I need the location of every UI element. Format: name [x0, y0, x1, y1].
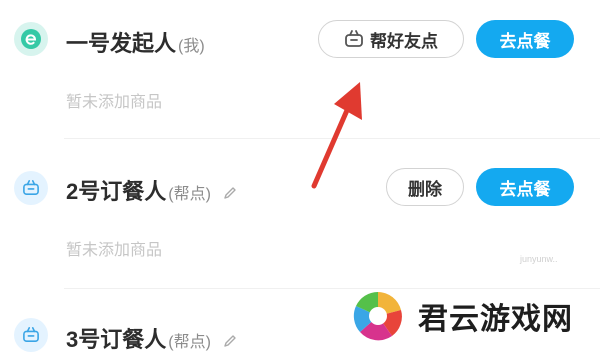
watermark-logo-icon: [353, 291, 402, 341]
basket-icon: [23, 327, 39, 343]
participant-tag: (帮点): [168, 186, 211, 203]
watermark-text: 君云游戏网: [418, 302, 573, 337]
watermark: 君云游戏网: [352, 285, 600, 347]
help-friend-order-label: 帮好友点: [370, 31, 438, 51]
empty-items-text: 暂未添加商品: [66, 94, 163, 111]
edit-icon[interactable]: [223, 186, 237, 200]
participant-name-text: 一号发起人: [66, 31, 177, 56]
participant-name: 2号订餐人 (帮点): [66, 174, 237, 206]
go-order-label: 去点餐: [499, 31, 551, 51]
help-friend-order-button[interactable]: 帮好友点: [318, 20, 464, 58]
avatar: [14, 171, 48, 205]
delete-label: 删除: [408, 179, 442, 199]
e-logo-icon: [21, 29, 41, 49]
participant-tag: (帮点): [168, 334, 211, 351]
empty-items-text: 暂未添加商品: [66, 242, 163, 259]
go-order-button[interactable]: 去点餐: [476, 20, 574, 58]
basket-icon: [345, 30, 363, 47]
participant-name: 一号发起人 (我): [66, 26, 205, 58]
go-order-button[interactable]: 去点餐: [476, 168, 574, 206]
annotation-arrow-icon: [311, 82, 362, 189]
basket-icon: [23, 180, 39, 196]
participant-name-text: 2号订餐人: [66, 179, 167, 204]
avatar: [14, 22, 48, 56]
participant-name: 3号订餐人 (帮点): [66, 322, 237, 354]
go-order-label: 去点餐: [499, 179, 551, 199]
participant-tag: (我): [178, 38, 205, 55]
edit-icon[interactable]: [223, 334, 237, 348]
watermark-small-text: junyunw..: [520, 254, 558, 264]
delete-button[interactable]: 删除: [386, 168, 464, 206]
participant-name-text: 3号订餐人: [66, 327, 167, 352]
